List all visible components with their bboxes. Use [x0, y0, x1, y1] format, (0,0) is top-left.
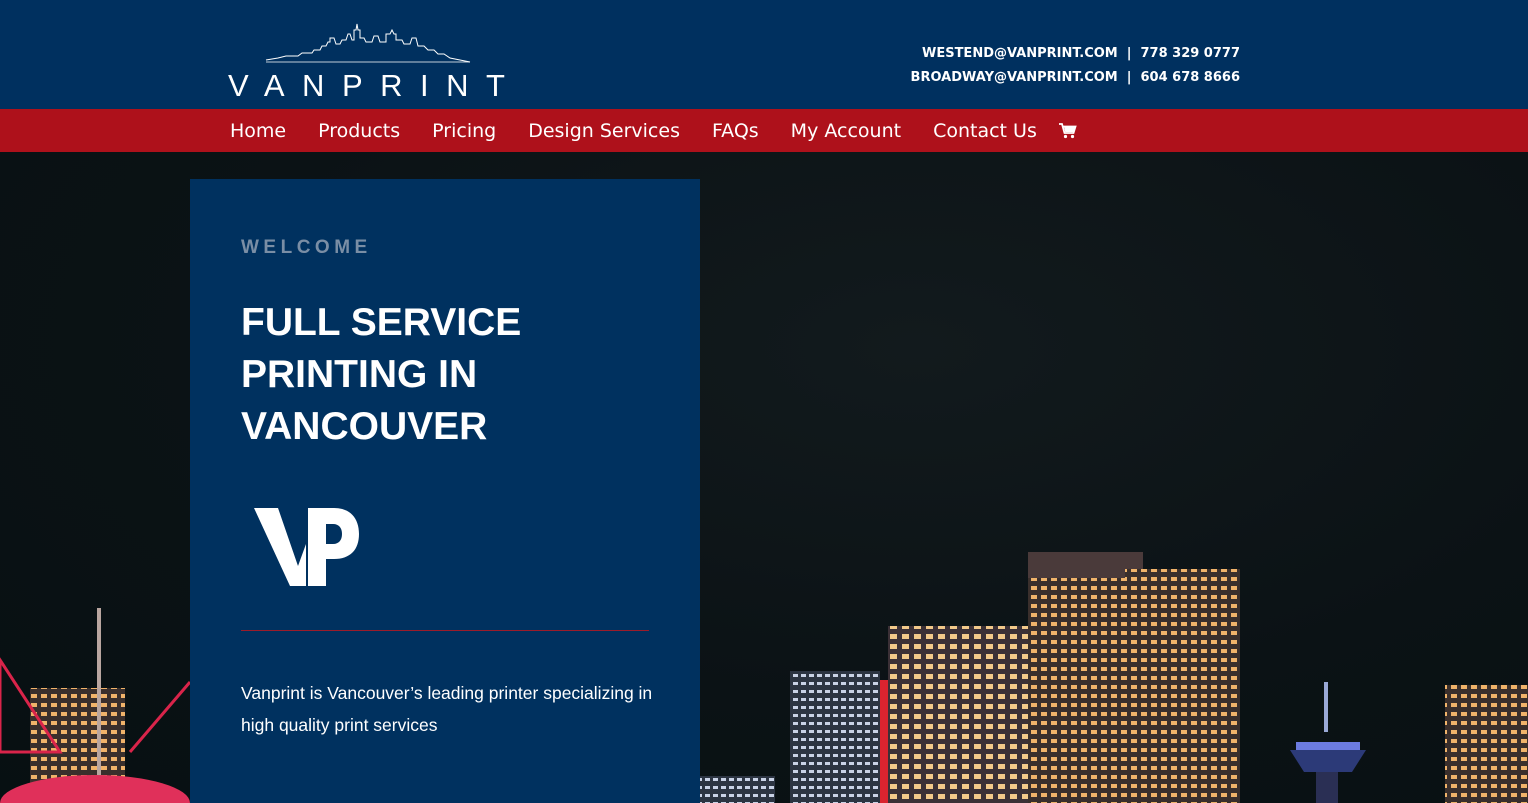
vanprint-logo[interactable]: VANPRINT: [226, 20, 516, 103]
vp-monogram-icon: VP: [254, 508, 359, 586]
logo-wordmark: VANPRINT: [228, 68, 523, 103]
contact-row-westend: WESTEND@VANPRINT.COM | 778 329 0777: [911, 42, 1240, 66]
nav-item-pricing[interactable]: Pricing: [432, 120, 496, 142]
contact-info: WESTEND@VANPRINT.COM | 778 329 0777 BROADW…: [911, 42, 1240, 90]
headline-line-1: FULL SERVICE: [241, 301, 522, 344]
welcome-eyebrow: WELCOME: [241, 237, 372, 258]
shopping-cart-icon[interactable]: [1058, 122, 1077, 139]
contact-separator: |: [1126, 46, 1132, 61]
nav-item-design-services[interactable]: Design Services: [528, 120, 680, 142]
headline-line-2: PRINTING IN: [241, 353, 478, 396]
westend-email-link[interactable]: WESTEND@VANPRINT.COM: [922, 46, 1118, 61]
nav-item-faqs[interactable]: FAQs: [712, 120, 759, 142]
nav-item-contact-us[interactable]: Contact Us: [933, 120, 1037, 142]
nav-menu: Home Products Pricing Design Services FA…: [230, 109, 1077, 152]
contact-separator: |: [1126, 70, 1132, 85]
card-divider: [241, 630, 649, 631]
welcome-card: WELCOME FULL SERVICE PRINTING IN VANCOUV…: [190, 179, 700, 803]
nav-item-products[interactable]: Products: [318, 120, 400, 142]
headline-line-3: VANCOUVER: [241, 405, 488, 448]
broadway-email-link[interactable]: BROADWAY@VANPRINT.COM: [911, 70, 1118, 85]
nav-item-home[interactable]: Home: [230, 120, 286, 142]
nav-item-my-account[interactable]: My Account: [791, 120, 901, 142]
main-nav: Home Products Pricing Design Services FA…: [0, 109, 1528, 152]
westend-phone-link[interactable]: 778 329 0777: [1140, 46, 1240, 61]
site-header: VANPRINT WESTEND@VANPRINT.COM | 778 329 07…: [0, 0, 1528, 109]
hero-headline: FULL SERVICE PRINTING IN VANCOUVER: [241, 297, 641, 453]
hero-description: Vanprint is Vancouver’s leading printer …: [241, 683, 653, 735]
skyline-logo-icon: [265, 23, 471, 63]
contact-row-broadway: BROADWAY@VANPRINT.COM | 604 678 8666: [911, 66, 1240, 90]
broadway-phone-link[interactable]: 604 678 8666: [1140, 70, 1240, 85]
